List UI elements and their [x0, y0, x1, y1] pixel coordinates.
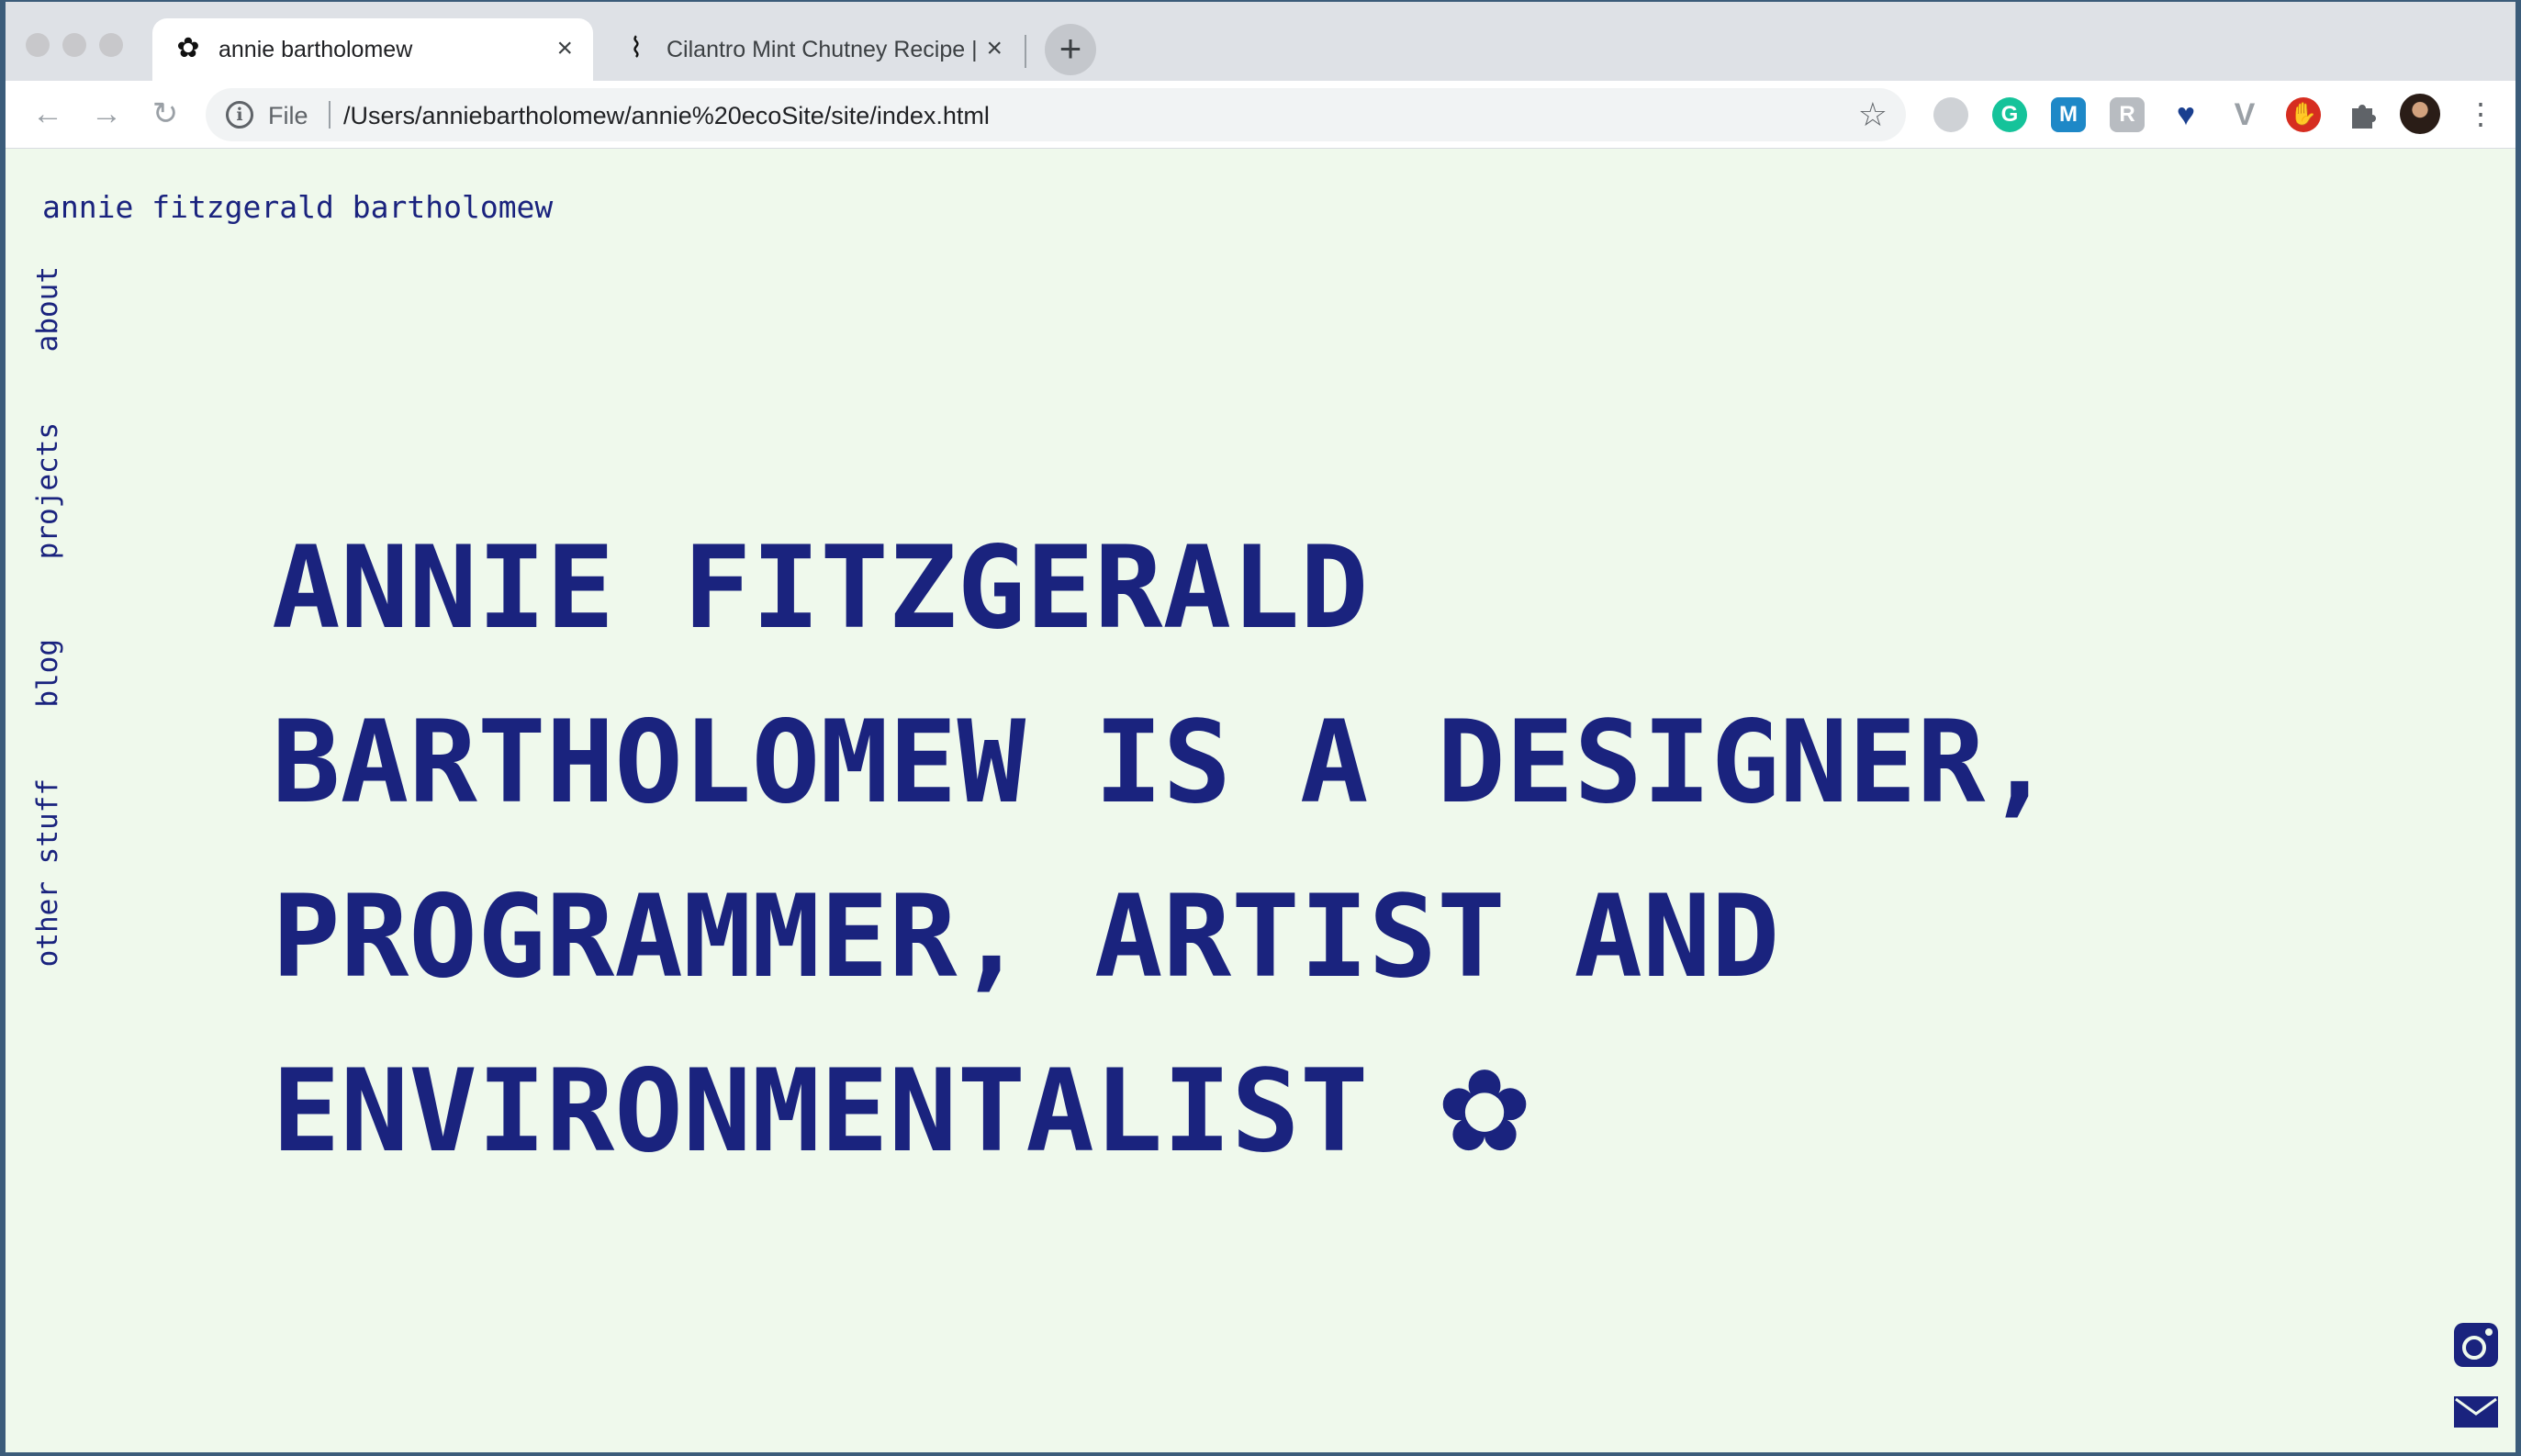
hero-line-last: ENVIRONMENTALIST ✿ [272, 1025, 2291, 1199]
flower-icon: ✿ [1437, 1046, 1533, 1178]
tab-title: annie bartholomew [218, 37, 413, 62]
zoom-window-button[interactable] [99, 33, 123, 57]
address-bar[interactable]: i File /Users/anniebartholomew/annie%20e… [206, 88, 1906, 141]
nav-link-blog[interactable]: blog [29, 639, 66, 708]
tab-cilantro-recipe[interactable]: ⌇ Cilantro Mint Chutney Recipe | × [600, 18, 1023, 81]
reload-icon[interactable]: ↻ [147, 94, 184, 134]
tab-strip: ✿ annie bartholomew × ⌇ Cilantro Mint Ch… [6, 2, 2515, 81]
flower-favicon-icon: ✿ [176, 33, 200, 63]
bookmark-star-icon[interactable]: ☆ [1858, 97, 1888, 132]
minimize-window-button[interactable] [62, 33, 86, 57]
heart-extension-icon[interactable]: ♥ [2168, 97, 2203, 132]
stop-extension-icon[interactable]: ✋ [2286, 97, 2321, 132]
url-scheme-label: File [268, 102, 308, 129]
nav-link-projects[interactable]: projects [29, 422, 66, 559]
r-extension-icon[interactable]: R [2110, 97, 2145, 132]
browser-window: ✿ annie bartholomew × ⌇ Cilantro Mint Ch… [6, 2, 2515, 1452]
hero-line: BARTHOLOMEW IS A DESIGNER, [272, 697, 2055, 829]
hero-line: ANNIE FITZGERALD [272, 522, 1369, 655]
back-arrow-icon[interactable]: ← [29, 94, 66, 134]
nav-link-other-stuff[interactable]: other stuff [29, 778, 66, 967]
close-tab-icon[interactable]: × [556, 33, 573, 64]
page-content: annie fitzgerald bartholomew about proje… [6, 149, 2515, 1452]
info-icon[interactable]: i [226, 101, 253, 129]
new-tab-button[interactable]: + [1045, 24, 1096, 75]
m-extension-icon[interactable]: M [2051, 97, 2086, 132]
instagram-icon[interactable] [2453, 1322, 2499, 1368]
browser-toolbar: ← → ↻ i File /Users/anniebartholomew/ann… [6, 81, 2515, 149]
hero-line-text: ENVIRONMENTALIST [272, 1046, 1369, 1178]
url-text[interactable]: /Users/anniebartholomew/annie%20ecoSite/… [343, 101, 990, 130]
tab-title: Cilantro Mint Chutney Recipe | [667, 37, 978, 62]
hero-statement: ANNIE FITZGERALD BARTHOLOMEW IS A DESIGN… [272, 501, 2291, 1199]
close-tab-icon[interactable]: × [986, 33, 1003, 64]
nav-link-about[interactable]: about [29, 266, 66, 352]
tab-annie-bartholomew[interactable]: ✿ annie bartholomew × [152, 18, 593, 81]
recipe-favicon-icon: ⌇ [629, 33, 644, 63]
profile-avatar[interactable] [2400, 94, 2440, 134]
tab-divider [1025, 35, 1026, 68]
hero-line: PROGRAMMER, ARTIST AND [272, 871, 1780, 1003]
mail-icon[interactable] [2453, 1395, 2499, 1428]
reader-extension-icon[interactable] [1933, 97, 1968, 132]
v-extension-icon[interactable]: V [2227, 97, 2262, 132]
site-name-link[interactable]: annie fitzgerald bartholomew [42, 189, 553, 226]
close-window-button[interactable] [26, 33, 50, 57]
menu-dots-icon[interactable]: ⋮ [2466, 92, 2495, 136]
puzzle-extensions-icon[interactable] [2345, 97, 2380, 132]
grammarly-icon[interactable]: G [1992, 97, 2027, 132]
forward-arrow-icon[interactable]: → [88, 94, 125, 134]
address-separator [329, 101, 331, 129]
